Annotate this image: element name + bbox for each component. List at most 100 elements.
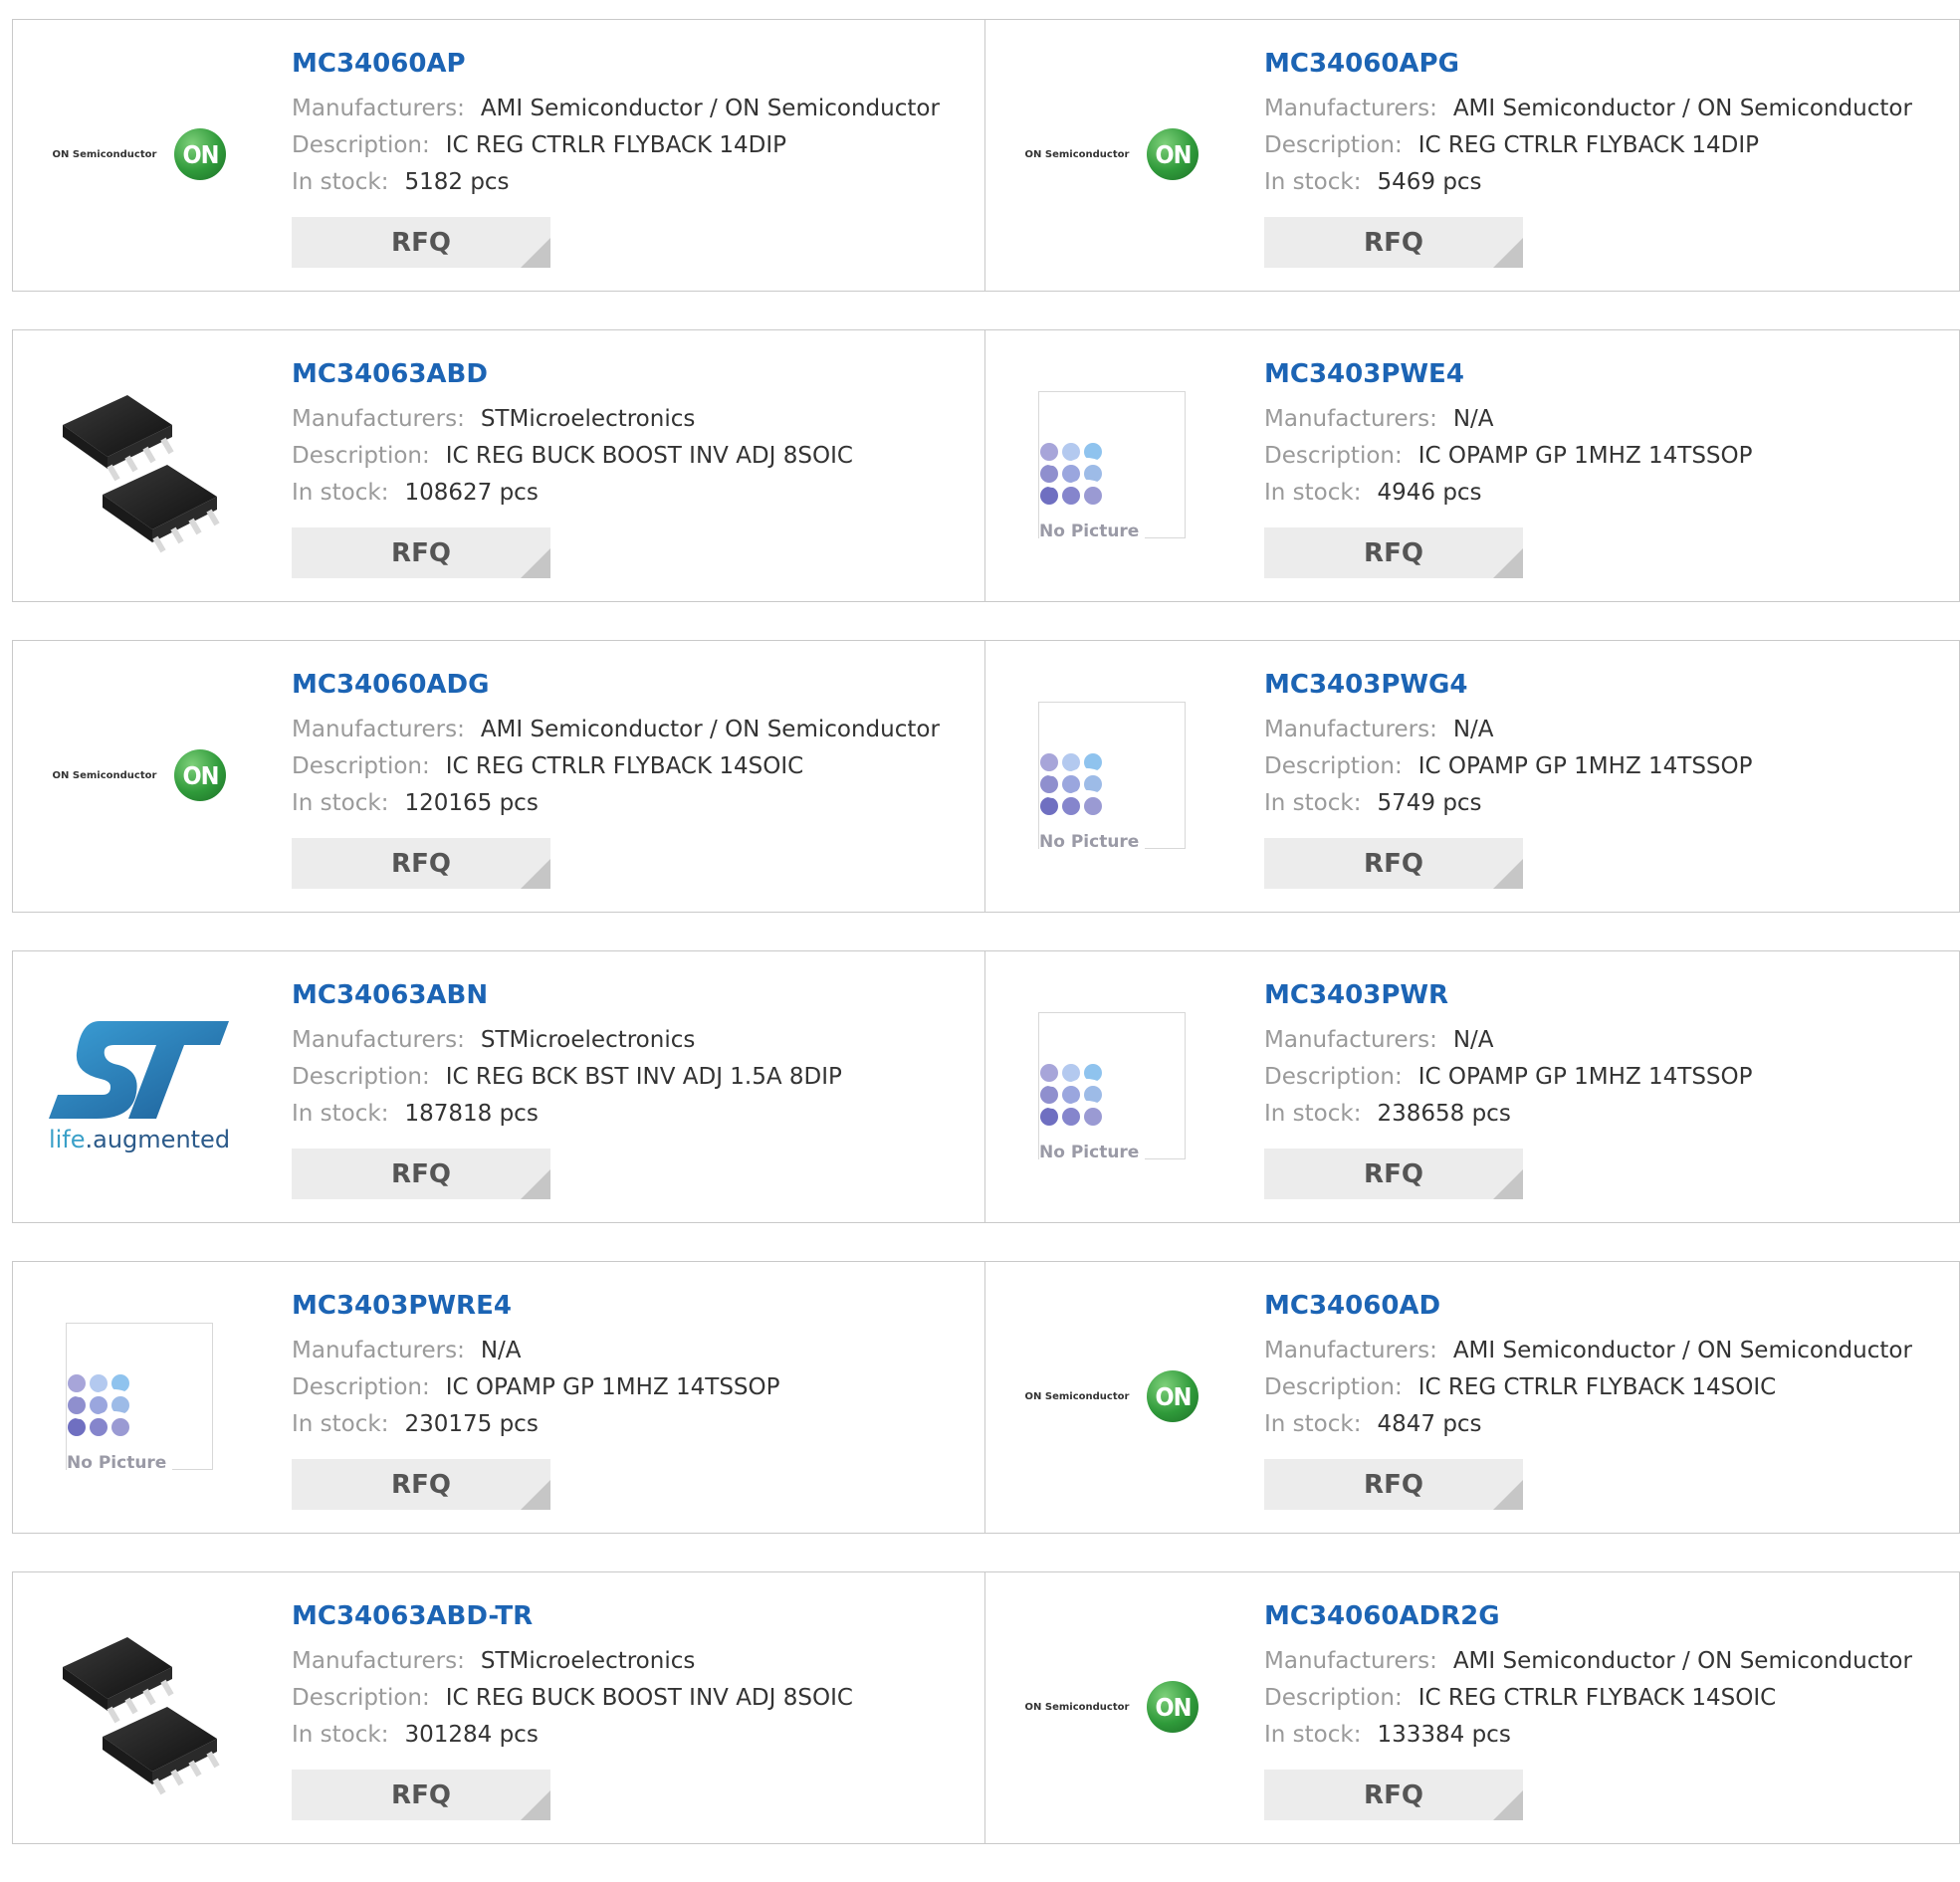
on-semiconductor-logo-text: ON Semiconductor — [1024, 148, 1130, 160]
product-info: MC34060ADG Manufacturers: AMI Semiconduct… — [292, 669, 940, 889]
stock-value: 4946 pcs — [1377, 480, 1482, 506]
product-image[interactable]: No Picture — [1007, 370, 1216, 559]
on-logo-circle: ON — [1147, 1681, 1199, 1733]
stock-label: In stock: — [1264, 1411, 1362, 1437]
product-row: ON Semiconductor ON MC34060AP Manufactur… — [12, 19, 1960, 292]
product-card: ON Semiconductor ON MC34060ADR2G Manufac… — [985, 1571, 1960, 1844]
description-value: IC OPAMP GP 1MHZ 14TSSOP — [1417, 753, 1753, 779]
on-semiconductor-logo: ON Semiconductor ON — [53, 749, 227, 801]
rfq-button[interactable]: RFQ — [1264, 1770, 1523, 1820]
manufacturer-value: AMI Semiconductor / ON Semiconductor — [1452, 96, 1912, 121]
stock-line: In stock: 5182 pcs — [292, 164, 940, 201]
description-line: Description: IC OPAMP GP 1MHZ 14TSSOP — [1264, 748, 1753, 785]
stock-value: 230175 pcs — [404, 1411, 539, 1437]
soic-chip-image — [63, 1637, 220, 1795]
stock-line: In stock: 238658 pcs — [1264, 1096, 1753, 1133]
manufacturer-label: Manufacturers: — [292, 1027, 465, 1053]
manufacturer-line: Manufacturers: AMI Semiconductor / ON Sem… — [1264, 91, 1912, 127]
stock-label: In stock: — [1264, 1722, 1362, 1748]
description-value: IC REG CTRLR FLYBACK 14SOIC — [1417, 1374, 1777, 1400]
rfq-button[interactable]: RFQ — [1264, 217, 1523, 268]
part-number-link[interactable]: MC3403PWR — [1264, 979, 1753, 1011]
st-tagline: life.augmented — [49, 1126, 230, 1153]
description-value: IC REG CTRLR FLYBACK 14DIP — [1417, 132, 1759, 158]
stock-value: 238658 pcs — [1377, 1101, 1511, 1127]
manufacturer-label: Manufacturers: — [292, 1648, 465, 1674]
part-number-link[interactable]: MC34060ADG — [292, 669, 940, 701]
rfq-button[interactable]: RFQ — [1264, 838, 1523, 889]
rfq-button[interactable]: RFQ — [292, 527, 550, 578]
manufacturer-line: Manufacturers: N/A — [1264, 712, 1753, 748]
description-label: Description: — [1264, 1685, 1403, 1711]
product-row: MC34063ABD Manufacturers: STMicroelectron… — [12, 329, 1960, 602]
product-image[interactable]: life.augmented — [35, 991, 244, 1180]
description-label: Description: — [1264, 1064, 1403, 1090]
product-image[interactable]: ON Semiconductor ON — [1007, 60, 1216, 249]
product-image[interactable]: ON Semiconductor ON — [1007, 1302, 1216, 1491]
st-logo-mark — [49, 1020, 229, 1119]
product-card: MC34063ABD-TR Manufacturers: STMicroelect… — [12, 1571, 985, 1844]
product-info: MC34060AP Manufacturers: AMI Semiconducto… — [292, 48, 940, 268]
manufacturer-line: Manufacturers: N/A — [1264, 401, 1753, 438]
description-value: IC REG CTRLR FLYBACK 14SOIC — [445, 753, 804, 779]
stock-line: In stock: 187818 pcs — [292, 1096, 842, 1133]
description-value: IC OPAMP GP 1MHZ 14TSSOP — [445, 1374, 780, 1400]
manufacturer-label: Manufacturers: — [1264, 406, 1437, 432]
manufacturer-value: STMicroelectronics — [480, 406, 696, 432]
product-row: ON Semiconductor ON MC34060ADG Manufactu… — [12, 640, 1960, 913]
part-number-link[interactable]: MC3403PWG4 — [1264, 669, 1753, 701]
on-logo-circle: ON — [174, 128, 227, 180]
part-number-link[interactable]: MC34063ABD-TR — [292, 1600, 853, 1632]
product-info: MC34060AD Manufacturers: AMI Semiconducto… — [1264, 1290, 1912, 1510]
rfq-button[interactable]: RFQ — [1264, 1459, 1523, 1510]
rfq-button[interactable]: RFQ — [292, 1770, 550, 1820]
stock-value: 133384 pcs — [1377, 1722, 1511, 1748]
stock-label: In stock: — [292, 480, 389, 506]
on-semiconductor-logo: ON Semiconductor ON — [1025, 1370, 1199, 1422]
description-value: IC REG BCK BST INV ADJ 1.5A 8DIP — [445, 1064, 842, 1090]
part-number-link[interactable]: MC3403PWRE4 — [292, 1290, 780, 1322]
rfq-button[interactable]: RFQ — [1264, 1149, 1523, 1199]
on-semiconductor-logo: ON Semiconductor ON — [1025, 1681, 1199, 1733]
no-picture-icon — [1040, 443, 1104, 505]
manufacturer-line: Manufacturers: STMicroelectronics — [292, 401, 853, 438]
rfq-button[interactable]: RFQ — [292, 1149, 550, 1199]
product-row: life.augmented MC34063ABN Manufacturers:… — [12, 950, 1960, 1223]
manufacturer-value: AMI Semiconductor / ON Semiconductor — [1452, 1338, 1912, 1363]
product-image[interactable]: No Picture — [1007, 681, 1216, 870]
part-number-link[interactable]: MC34060ADR2G — [1264, 1600, 1912, 1632]
part-number-link[interactable]: MC34060AP — [292, 48, 940, 80]
description-line: Description: IC REG BUCK BOOST INV ADJ 8S… — [292, 438, 853, 475]
part-number-link[interactable]: MC34060AD — [1264, 1290, 1912, 1322]
rfq-button[interactable]: RFQ — [292, 217, 550, 268]
product-image[interactable] — [35, 1612, 244, 1801]
manufacturer-value: STMicroelectronics — [480, 1648, 696, 1674]
description-line: Description: IC REG CTRLR FLYBACK 14SOIC — [292, 748, 940, 785]
product-image[interactable]: ON Semiconductor ON — [35, 60, 244, 249]
part-number-link[interactable]: MC34060APG — [1264, 48, 1912, 80]
stock-label: In stock: — [1264, 1101, 1362, 1127]
part-number-link[interactable]: MC34063ABD — [292, 358, 853, 390]
no-picture-placeholder: No Picture — [1038, 702, 1186, 852]
manufacturer-line: Manufacturers: N/A — [292, 1333, 780, 1369]
stock-value: 301284 pcs — [404, 1722, 539, 1748]
product-image[interactable] — [35, 370, 244, 559]
on-semiconductor-logo-text: ON Semiconductor — [1024, 1390, 1130, 1402]
rfq-button[interactable]: RFQ — [292, 838, 550, 889]
on-semiconductor-logo-text: ON Semiconductor — [52, 148, 157, 160]
rfq-button[interactable]: RFQ — [292, 1459, 550, 1510]
no-picture-label: No Picture — [1039, 522, 1146, 541]
product-image[interactable]: No Picture — [35, 1302, 244, 1491]
product-image[interactable]: ON Semiconductor ON — [35, 681, 244, 870]
part-number-link[interactable]: MC34063ABN — [292, 979, 842, 1011]
no-picture-label: No Picture — [1039, 1143, 1146, 1162]
product-image[interactable]: No Picture — [1007, 991, 1216, 1180]
product-image[interactable]: ON Semiconductor ON — [1007, 1612, 1216, 1801]
manufacturer-label: Manufacturers: — [1264, 717, 1437, 742]
part-number-link[interactable]: MC3403PWE4 — [1264, 358, 1753, 390]
manufacturer-label: Manufacturers: — [292, 717, 465, 742]
description-value: IC REG CTRLR FLYBACK 14DIP — [445, 132, 786, 158]
rfq-button[interactable]: RFQ — [1264, 527, 1523, 578]
description-value: IC OPAMP GP 1MHZ 14TSSOP — [1417, 443, 1753, 469]
st-tagline-dot: . — [85, 1125, 94, 1153]
